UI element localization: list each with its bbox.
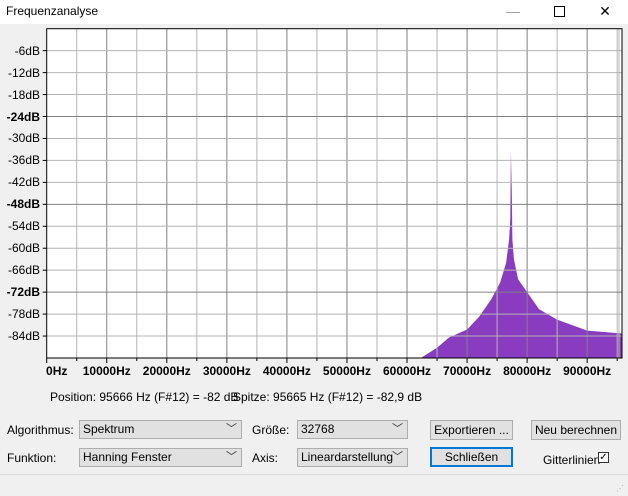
y-tick-label: -66dB [7,263,40,278]
size-select[interactable]: 32768 ﹀ [297,420,408,439]
function-label: Funktion: [7,451,57,465]
x-tick-label: 50000Hz [322,364,371,378]
y-tick-label: -84dB [7,329,40,344]
x-tick-label: 90000Hz [563,364,612,378]
x-tick-label: 10000Hz [82,364,131,378]
chevron-down-icon: ﹀ [226,423,237,435]
gridlines-checkbox[interactable]: ✓ [598,452,609,463]
recalculate-button[interactable]: Neu berechnen [531,420,621,440]
export-button[interactable]: Exportieren ... [430,420,513,440]
function-value: Hanning Fenster [83,450,172,464]
y-tick-label: -12dB [7,65,40,80]
divider [0,474,628,475]
y-tick-label: -78dB [7,307,40,322]
y-tick-label: -30dB [7,131,40,146]
chevron-down-icon: ﹀ [392,451,403,463]
x-tick-label: 20000Hz [142,364,191,378]
y-tick-label: -6dB [14,43,40,58]
algorithm-label: Algorithmus: [7,423,74,437]
x-tick-label: 0Hz [46,364,68,378]
chevron-down-icon: ﹀ [392,423,403,435]
y-tick-label: -42dB [7,175,40,190]
resize-grip-icon[interactable]: ⋰ [616,484,624,493]
size-label: Größe: [252,423,290,437]
algorithm-value: Spektrum [83,422,135,436]
x-tick-label: 40000Hz [262,364,311,378]
spectrum-plot[interactable] [0,0,628,380]
x-tick-label: 80000Hz [503,364,552,378]
close-button[interactable]: Schließen [430,447,513,467]
x-tick-label: 60000Hz [382,364,432,378]
y-tick-label: -54dB [7,219,40,234]
position-readout: Position: 95666 Hz (F#12) = -82 dB [50,390,239,404]
checkmark-icon: ✓ [599,452,608,463]
y-tick-label: -48dB [6,197,40,212]
gridlines-label: Gitterlinien [543,453,601,467]
algorithm-select[interactable]: Spektrum ﹀ [79,420,242,439]
y-tick-label: -18dB [7,87,40,102]
axis-select[interactable]: Lineardarstellung ﹀ [297,448,408,467]
function-select[interactable]: Hanning Fenster ﹀ [79,448,242,467]
x-tick-label: 70000Hz [443,364,492,378]
x-tick-label: 30000Hz [202,364,251,378]
y-tick-label: -60dB [7,241,40,256]
y-tick-label: -24dB [6,109,40,124]
y-tick-label: -36dB [7,153,40,168]
axis-value: Lineardarstellung [301,450,394,464]
size-value: 32768 [301,422,335,436]
chevron-down-icon: ﹀ [226,451,237,463]
axis-label: Axis: [252,451,279,465]
y-tick-label: -72dB [6,285,40,300]
peak-readout: Spitze: 95665 Hz (F#12) = -82,9 dB [233,390,423,404]
